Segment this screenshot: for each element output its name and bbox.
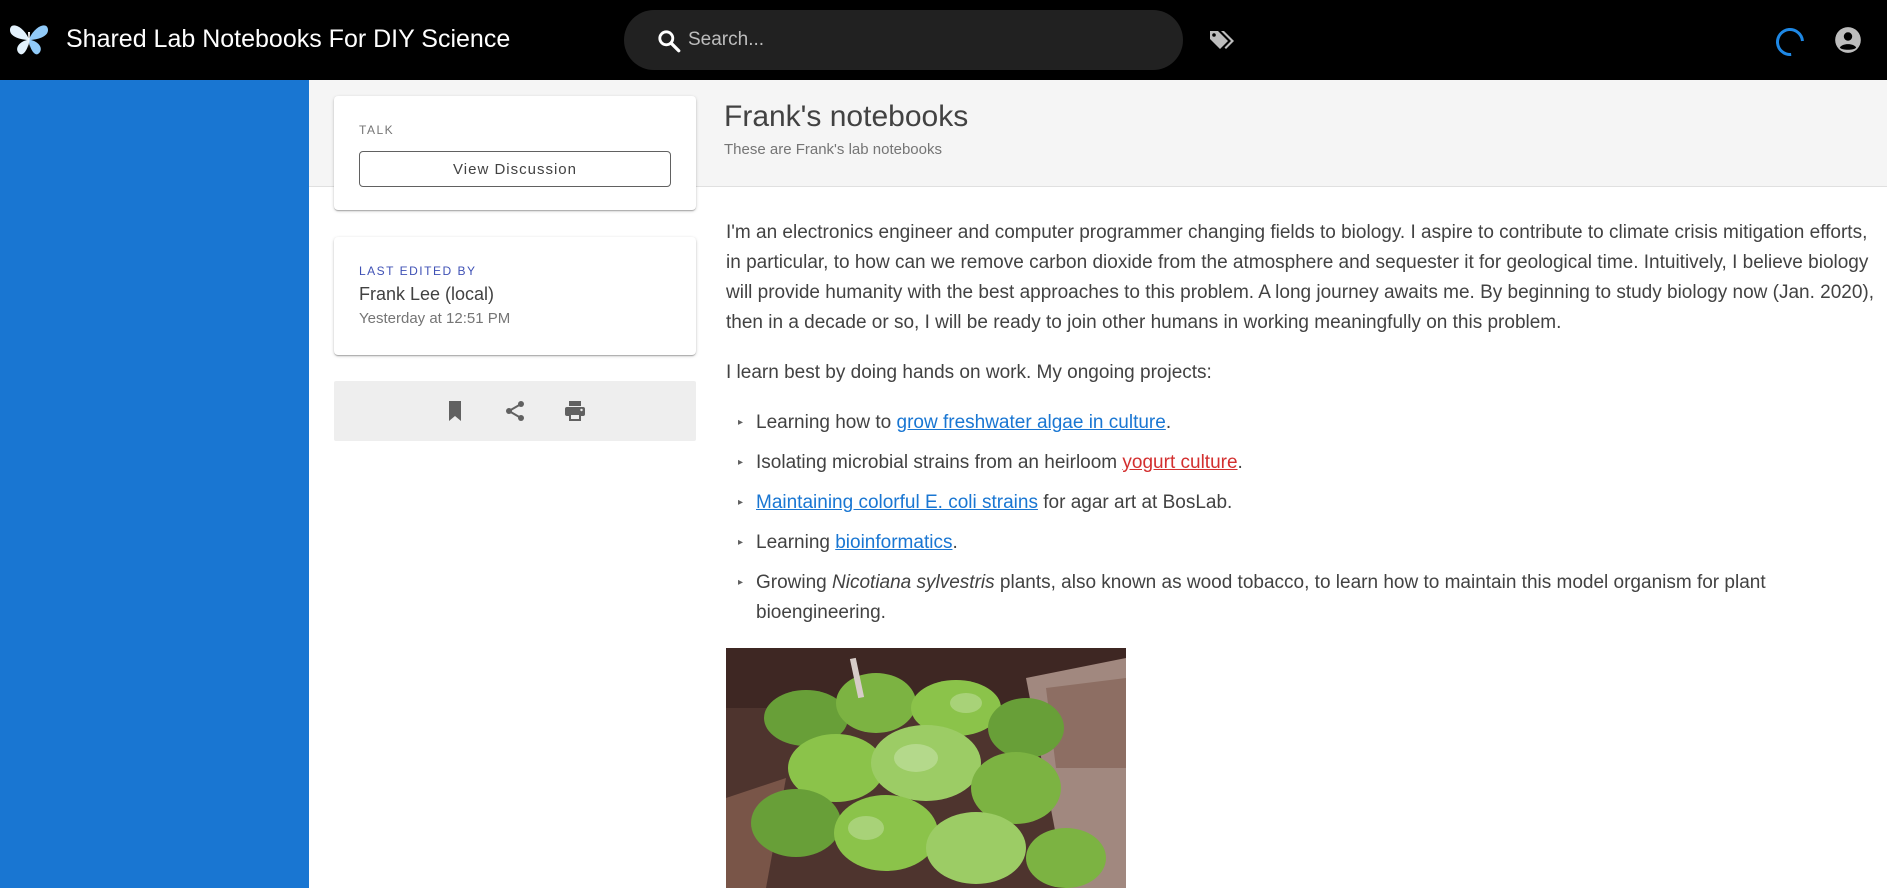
bookmark-icon[interactable]	[443, 399, 467, 423]
talk-card: TALK View Discussion	[334, 96, 696, 210]
intro-paragraph: I'm an electronics engineer and computer…	[726, 222, 1875, 333]
butterfly-logo-icon[interactable]	[8, 22, 50, 56]
tags-icon[interactable]	[1208, 28, 1236, 52]
share-icon[interactable]	[503, 399, 527, 423]
tobacco-plants-photo	[726, 648, 1126, 888]
bullet-icon: ▸	[738, 537, 744, 548]
list-item: ▸ Maintaining colorful E. coli strains fo…	[726, 488, 1876, 518]
bullet-icon: ▸	[738, 577, 744, 588]
list-item: ▸ Learning bioinformatics.	[726, 528, 1876, 558]
search-icon[interactable]	[656, 28, 682, 54]
last-edited-label: LAST EDITED BY	[359, 264, 477, 278]
site-title[interactable]: Shared Lab Notebooks For DIY Science	[66, 25, 510, 54]
bioinformatics-link[interactable]: bioinformatics	[835, 532, 952, 553]
projects-list: ▸ Learning how to grow freshwater algae i…	[726, 408, 1876, 628]
notebook-content: I'm an electronics engineer and computer…	[726, 218, 1876, 638]
search-bar[interactable]	[624, 10, 1183, 70]
left-sidebar	[0, 80, 309, 888]
print-icon[interactable]	[563, 399, 587, 423]
search-input[interactable]	[688, 26, 1148, 54]
list-item: ▸ Learning how to grow freshwater algae i…	[726, 408, 1876, 438]
bullet-icon: ▸	[738, 417, 744, 428]
last-edited-card: LAST EDITED BY Frank Lee (local) Yesterd…	[334, 237, 696, 355]
page-actions-bar	[334, 381, 696, 441]
editor-name: Frank Lee (local)	[359, 284, 495, 304]
list-item: ▸ Isolating microbial strains from an hei…	[726, 448, 1876, 478]
loading-spinner-icon	[1770, 22, 1810, 62]
talk-label: TALK	[359, 123, 395, 137]
page-title: Frank's notebooks	[724, 100, 969, 133]
species-name: Nicotiana sylvestris	[832, 572, 995, 593]
ecoli-strains-link[interactable]: Maintaining colorful E. coli strains	[756, 492, 1038, 513]
list-item: ▸ Growing Nicotiana sylvestris plants, al…	[726, 568, 1876, 628]
page-subtitle: These are Frank's lab notebooks	[724, 141, 942, 158]
edited-timestamp: Yesterday at 12:51 PM	[359, 310, 511, 327]
projects-heading: I learn best by doing hands on work. My …	[726, 362, 1212, 383]
top-app-bar: Shared Lab Notebooks For DIY Science	[0, 0, 1887, 80]
bullet-icon: ▸	[738, 497, 744, 508]
algae-culture-link[interactable]: grow freshwater algae in culture	[897, 412, 1166, 433]
bullet-icon: ▸	[738, 457, 744, 468]
account-circle-icon[interactable]	[1834, 26, 1862, 54]
view-discussion-button[interactable]: View Discussion	[359, 151, 671, 187]
yogurt-culture-link[interactable]: yogurt culture	[1122, 452, 1237, 473]
